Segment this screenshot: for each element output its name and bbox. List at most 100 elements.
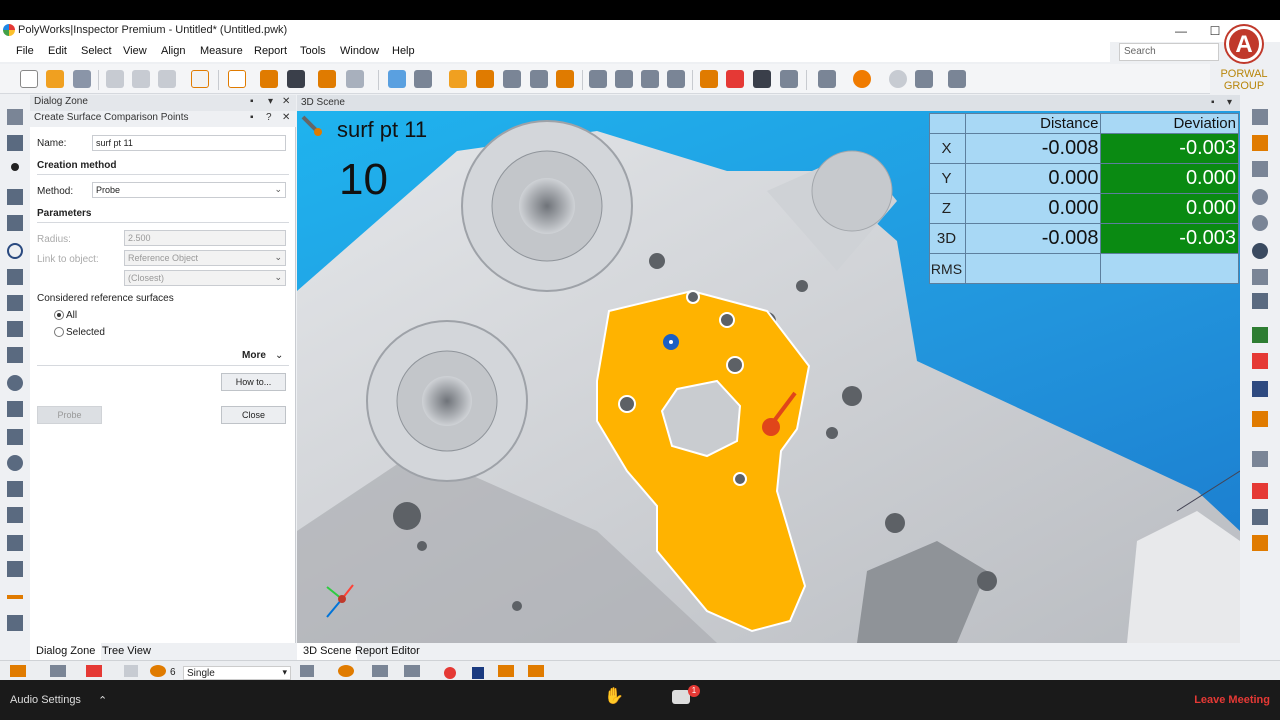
annotation-icon[interactable] [667,70,685,88]
color-map-icon[interactable] [1252,353,1268,369]
polyline-icon[interactable] [7,535,23,551]
closest-select[interactable]: (Closest) ⌄ [124,270,286,286]
stop-icon[interactable] [472,667,484,679]
menu-file[interactable]: File [16,45,34,57]
menu-align[interactable]: Align [161,45,185,57]
minimize-button[interactable]: — [1166,22,1196,40]
how-to-button[interactable]: How to... [221,373,286,391]
surface-icon[interactable] [589,70,607,88]
gear-icon[interactable] [1252,293,1268,309]
feature-tree-icon[interactable] [7,109,23,125]
sphere-icon[interactable] [7,455,23,471]
grid-select-icon[interactable] [124,665,138,677]
play-icon[interactable] [853,70,871,88]
gauge-icon[interactable] [641,70,659,88]
name-input[interactable]: surf pt 11 [92,135,286,151]
device-icon[interactable] [404,665,420,677]
menu-edit[interactable]: Edit [48,45,67,57]
pin-icon[interactable]: ▪ [250,96,254,107]
view-cube-icon[interactable] [388,70,406,88]
save-icon[interactable] [73,70,91,88]
zoom-window-icon[interactable] [1252,215,1268,231]
lasso-icon[interactable] [1252,509,1268,525]
hand-stop-icon[interactable] [889,70,907,88]
menu-report[interactable]: Report [254,45,287,57]
import-icon[interactable] [228,70,246,88]
pin-icon[interactable]: ▪ [1211,97,1215,108]
shape-select-icon[interactable] [1252,483,1268,499]
compare-icon[interactable] [556,70,574,88]
tab-tree-view[interactable]: Tree View [96,643,157,660]
select-mode-icon[interactable] [10,665,26,677]
torus-icon[interactable] [7,481,23,497]
report-icon[interactable] [700,70,718,88]
surface-feature-icon[interactable] [7,507,23,523]
probe-mode-icon[interactable] [372,665,388,677]
menu-measure[interactable]: Measure [200,45,243,57]
section-icon[interactable] [615,70,633,88]
circle-icon[interactable] [7,243,23,259]
hand-pan-icon[interactable] [1252,451,1268,467]
menu-select[interactable]: Select [81,45,112,57]
binary-icon[interactable] [287,70,305,88]
redo-icon[interactable] [158,70,176,88]
cube-view-icon[interactable] [1252,269,1268,285]
macro-icon[interactable] [818,70,836,88]
tab-dialog-zone[interactable]: Dialog Zone [30,643,102,660]
chart-icon[interactable] [948,70,966,88]
measurement-mode-select[interactable]: Single ▾ [183,666,291,680]
close-icon[interactable]: ✕ [282,96,290,107]
zoom-fit-icon[interactable] [1252,189,1268,205]
tab-report-editor[interactable]: Report Editor [349,643,426,660]
cursor-icon[interactable] [300,665,314,677]
probe-button[interactable]: Probe [37,406,102,424]
table-icon[interactable] [753,70,771,88]
step-forward-icon[interactable] [528,665,544,677]
ellipse-icon[interactable] [7,375,23,391]
polygon-icon[interactable] [7,347,23,363]
menu-window[interactable]: Window [340,45,379,57]
zoom-tool-icon[interactable] [530,70,548,88]
new-file-icon[interactable] [20,70,38,88]
paint-icon[interactable] [1252,411,1268,427]
raise-hand-icon[interactable]: ✋ [604,686,624,706]
camera-icon[interactable] [780,70,798,88]
measure-icon[interactable] [476,70,494,88]
eye-icon[interactable] [1252,243,1268,259]
point-icon[interactable] [11,163,19,171]
cone-icon[interactable] [7,429,23,445]
point-select-icon[interactable] [150,665,166,677]
close-icon[interactable]: ✕ [282,112,290,123]
settings-icon[interactable] [191,70,209,88]
pin-icon[interactable]: ▪ [250,112,254,123]
grid-icon[interactable] [503,70,521,88]
menu-tools[interactable]: Tools [300,45,326,57]
scan-icon[interactable] [414,70,432,88]
probe-tip[interactable] [762,418,780,436]
radio-all[interactable] [54,310,64,320]
search-input[interactable]: Search [1119,43,1219,61]
list-icon[interactable] [915,70,933,88]
multi-point-icon[interactable] [7,135,23,151]
zoom-in-icon[interactable] [1252,109,1268,125]
probe-tool-icon[interactable] [346,70,364,88]
dropdown-icon[interactable]: ▾ [1227,97,1232,108]
angle-icon[interactable] [7,615,23,631]
double-chevron-down-icon[interactable]: ⌄ [275,350,283,361]
open-folder-icon[interactable] [46,70,64,88]
chevron-up-icon[interactable]: ⌃ [98,694,107,707]
more-toggle[interactable]: More [242,350,266,361]
sensor-icon[interactable] [449,70,467,88]
record-icon[interactable] [444,667,456,679]
highlight-icon[interactable] [86,665,102,677]
redo-gear-icon[interactable] [132,70,150,88]
link-select[interactable]: Reference Object ⌄ [124,250,286,266]
menu-help[interactable]: Help [392,45,415,57]
menu-view[interactable]: View [123,45,147,57]
close-button[interactable]: Close [221,406,286,424]
rectangle-icon[interactable] [7,321,23,337]
help-icon[interactable]: ? [266,112,272,123]
radius-input[interactable]: 2.500 [124,230,286,246]
leave-meeting-button[interactable]: Leave Meeting [1194,694,1270,706]
plane-icon[interactable] [7,215,23,231]
